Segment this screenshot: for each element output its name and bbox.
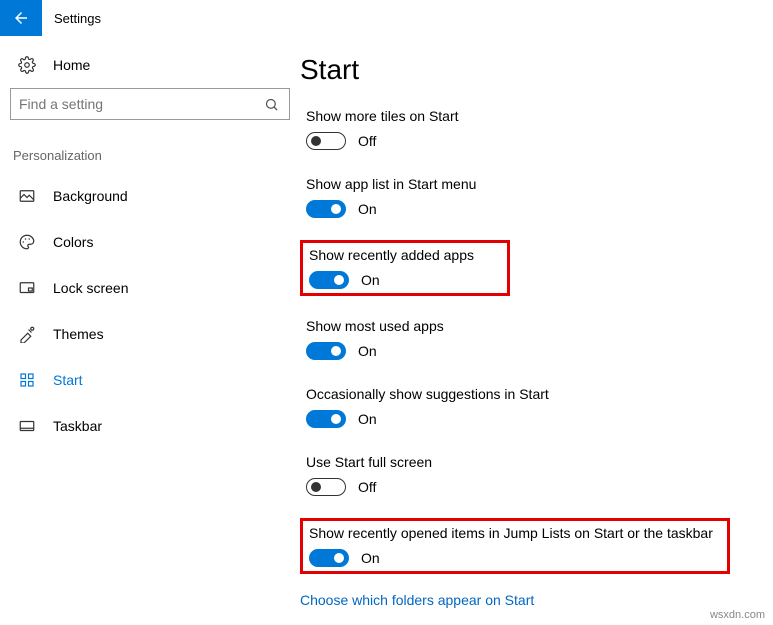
home-nav[interactable]: Home	[10, 46, 290, 88]
sidebar-item-themes[interactable]: Themes	[10, 311, 290, 357]
toggle-state: On	[358, 411, 377, 427]
sidebar-item-colors[interactable]: Colors	[10, 219, 290, 265]
sidebar-item-label: Lock screen	[53, 280, 128, 296]
sidebar-item-label: Start	[53, 372, 83, 388]
sidebar: Home Personalization Background Colors L…	[0, 36, 300, 608]
sidebar-item-label: Themes	[53, 326, 104, 342]
start-icon	[15, 371, 39, 389]
toggle-state: Off	[358, 479, 376, 495]
setting-label: Use Start full screen	[306, 454, 767, 470]
sidebar-item-lockscreen[interactable]: Lock screen	[10, 265, 290, 311]
sidebar-item-taskbar[interactable]: Taskbar	[10, 403, 290, 449]
toggle-suggestions[interactable]	[306, 410, 346, 428]
search-box[interactable]	[10, 88, 290, 120]
setting-label: Show recently added apps	[309, 247, 501, 263]
setting-label: Show app list in Start menu	[306, 176, 767, 192]
window-title: Settings	[54, 11, 101, 26]
themes-icon	[15, 325, 39, 343]
palette-icon	[15, 233, 39, 251]
back-button[interactable]	[0, 0, 42, 36]
main-panel: Start Show more tiles on Start Off Show …	[300, 36, 773, 608]
sidebar-item-label: Colors	[53, 234, 93, 250]
setting-recently-added: Show recently added apps On	[300, 240, 510, 296]
toggle-jump-lists[interactable]	[309, 549, 349, 567]
toggle-state: On	[358, 201, 377, 217]
setting-more-tiles: Show more tiles on Start Off	[300, 104, 773, 154]
taskbar-icon	[15, 417, 39, 435]
toggle-state: On	[358, 343, 377, 359]
setting-most-used: Show most used apps On	[300, 314, 773, 364]
setting-suggestions: Occasionally show suggestions in Start O…	[300, 382, 773, 432]
search-icon	[253, 97, 289, 112]
lockscreen-icon	[15, 279, 39, 297]
setting-label: Show more tiles on Start	[306, 108, 767, 124]
setting-jump-lists: Show recently opened items in Jump Lists…	[300, 518, 730, 574]
choose-folders-link[interactable]: Choose which folders appear on Start	[300, 592, 773, 608]
sidebar-item-label: Taskbar	[53, 418, 102, 434]
home-label: Home	[53, 57, 90, 73]
setting-fullscreen: Use Start full screen Off	[300, 450, 773, 500]
gear-icon	[15, 56, 39, 74]
sidebar-item-background[interactable]: Background	[10, 173, 290, 219]
setting-label: Occasionally show suggestions in Start	[306, 386, 767, 402]
setting-label: Show recently opened items in Jump Lists…	[309, 525, 721, 541]
back-arrow-icon	[12, 9, 30, 27]
titlebar: Settings	[0, 0, 773, 36]
toggle-state: On	[361, 550, 380, 566]
picture-icon	[15, 187, 39, 205]
toggle-more-tiles[interactable]	[306, 132, 346, 150]
setting-app-list: Show app list in Start menu On	[300, 172, 773, 222]
sidebar-item-label: Background	[53, 188, 128, 204]
setting-label: Show most used apps	[306, 318, 767, 334]
sidebar-item-start[interactable]: Start	[10, 357, 290, 403]
toggle-app-list[interactable]	[306, 200, 346, 218]
toggle-state: Off	[358, 133, 376, 149]
toggle-most-used[interactable]	[306, 342, 346, 360]
toggle-fullscreen[interactable]	[306, 478, 346, 496]
toggle-recently-added[interactable]	[309, 271, 349, 289]
toggle-state: On	[361, 272, 380, 288]
search-input[interactable]	[11, 96, 253, 112]
watermark: wsxdn.com	[710, 609, 765, 621]
page-title: Start	[300, 54, 773, 86]
category-header: Personalization	[13, 148, 290, 163]
